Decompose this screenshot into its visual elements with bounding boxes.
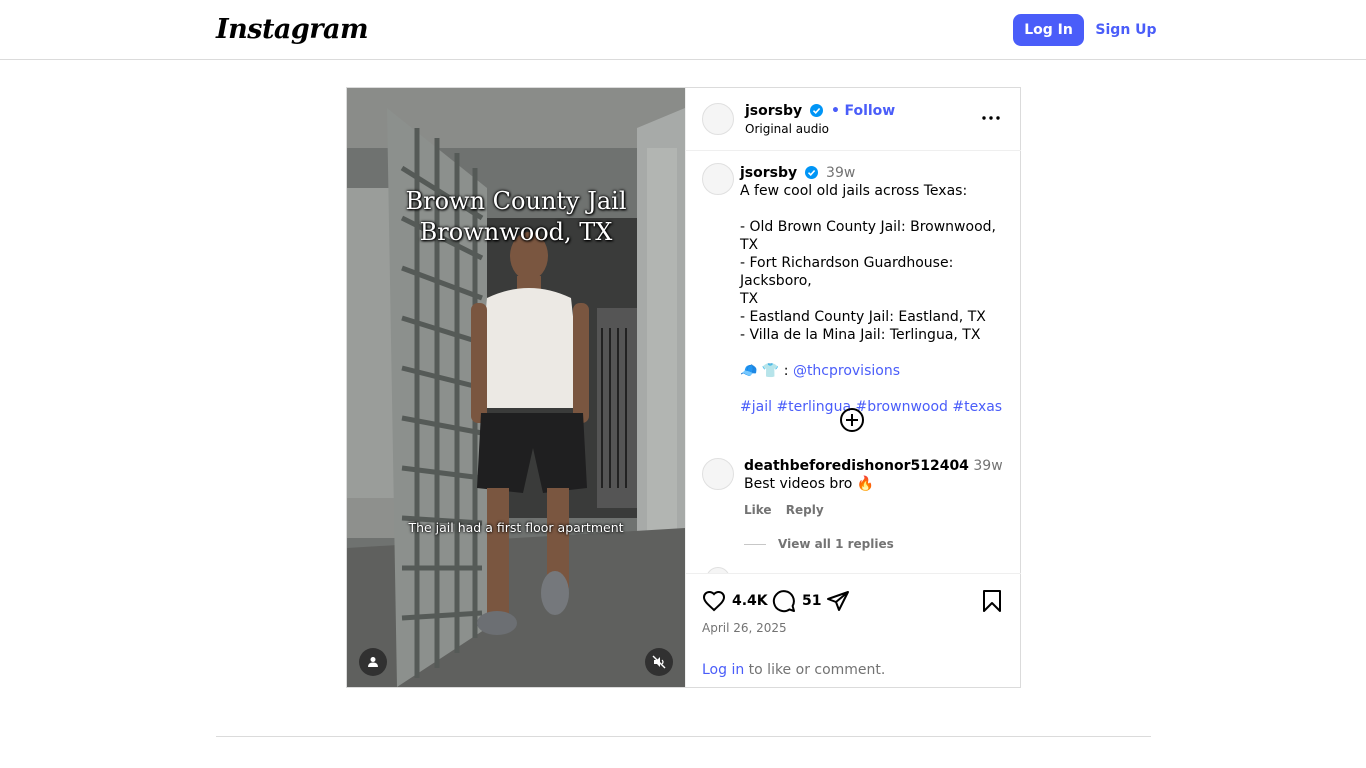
comment-item: deathbeforedishonor512404 39w Best video…	[744, 458, 1012, 517]
load-more-comments-icon[interactable]	[839, 407, 865, 433]
header-separator: •	[831, 103, 840, 119]
post-card: Brown County Jail Brownwood, TX The jail…	[346, 87, 1021, 688]
hashtag-line: #jail #terlingua #brownwood #texas	[740, 398, 1008, 416]
signup-link[interactable]: Sign Up	[1092, 14, 1160, 46]
caption-line: - Eastland County Jail: Eastland, TX	[740, 309, 986, 325]
caption-line: TX	[740, 291, 759, 307]
caption-line: - Fort Richardson Guardhouse: Jacksboro,	[740, 255, 958, 289]
mute-toggle-button[interactable]	[645, 648, 673, 676]
comment-username[interactable]: deathbeforedishonor512404	[744, 458, 969, 474]
follow-button[interactable]: Follow	[844, 103, 895, 119]
caption-username[interactable]: jsorsby	[740, 165, 797, 181]
hashtag-link[interactable]: #brownwood	[855, 399, 947, 415]
post-caption: jsorsby 39w A few cool old jails across …	[740, 164, 1008, 416]
heart-icon	[702, 590, 726, 612]
view-replies-label: View all 1 replies	[778, 537, 894, 551]
caption-line: A few cool old jails across Texas:	[740, 183, 968, 199]
video-title-line-1: Brown County Jail	[405, 187, 627, 215]
more-options-icon	[982, 116, 1000, 120]
muted-speaker-icon	[652, 655, 666, 669]
header-username[interactable]: jsorsby	[745, 103, 802, 119]
save-button[interactable]	[981, 589, 1003, 613]
top-navigation-bar: Instagram Log In Sign Up	[0, 0, 1366, 60]
like-button[interactable]: 4.4K	[702, 589, 768, 613]
comments-section: jsorsby 39w A few cool old jails across …	[686, 151, 1021, 573]
caption-age: 39w	[826, 165, 856, 181]
comment-button[interactable]: 51	[772, 589, 821, 613]
post-header: jsorsby • Follow Original audio	[686, 88, 1021, 151]
post-actions: 4.4K 51 April 26, 2025 Log in to like or…	[686, 573, 1021, 687]
comment-icon	[772, 590, 795, 613]
video-frame	[347, 88, 685, 687]
instagram-logo[interactable]: Instagram	[216, 14, 369, 45]
avatar[interactable]	[702, 458, 734, 490]
avatar[interactable]	[702, 103, 734, 135]
post-video[interactable]: Brown County Jail Brownwood, TX The jail…	[347, 88, 685, 687]
footer-divider	[216, 736, 1151, 737]
caption-line	[740, 380, 1008, 398]
hashtag-link[interactable]: #jail	[740, 399, 772, 415]
caption-line: - Villa de la Mina Jail: Terlingua, TX	[740, 327, 981, 343]
comment-like-button[interactable]: Like	[744, 503, 772, 517]
login-link[interactable]: Log in	[702, 662, 744, 678]
comment-actions: Like Reply	[744, 503, 1012, 517]
comment-text: Best videos bro 🔥	[744, 476, 875, 492]
more-options-button[interactable]	[979, 106, 1003, 130]
person-icon	[368, 657, 378, 667]
post-date[interactable]: April 26, 2025	[702, 621, 787, 635]
share-button[interactable]	[826, 589, 850, 613]
verified-badge-icon	[804, 166, 818, 179]
caption-mention-line: 🧢 👕 : @thcprovisions	[740, 362, 1008, 380]
emoji-prefix: 🧢 👕 :	[740, 363, 793, 379]
send-icon	[827, 591, 849, 611]
tagged-user-button[interactable]	[359, 648, 387, 676]
header-user-row: jsorsby • Follow	[745, 103, 895, 119]
likes-count: 4.4K	[732, 593, 768, 609]
caption-line	[740, 344, 1008, 362]
caption-line	[740, 200, 1008, 218]
login-prompt: Log in to like or comment.	[702, 662, 885, 678]
comment-reply-button[interactable]: Reply	[786, 503, 824, 517]
post-side-panel: jsorsby • Follow Original audio jsorsby …	[685, 88, 1021, 687]
bookmark-icon	[983, 590, 1001, 612]
video-title-line-2: Brownwood, TX	[419, 218, 613, 246]
original-audio-link[interactable]: Original audio	[745, 122, 829, 136]
caption-line: - Old Brown County Jail: Brownwood, TX	[740, 219, 1001, 253]
login-button[interactable]: Log In	[1013, 14, 1084, 46]
verified-badge-icon	[809, 104, 823, 117]
comment-age: 39w	[973, 458, 1003, 474]
view-replies-button[interactable]: View all 1 replies	[744, 537, 894, 551]
avatar[interactable]	[702, 163, 734, 195]
mention-link[interactable]: @thcprovisions	[793, 363, 900, 379]
comments-count: 51	[802, 593, 822, 609]
hashtag-link[interactable]: #texas	[952, 399, 1002, 415]
login-prompt-text: to like or comment.	[744, 662, 886, 678]
reply-divider	[744, 543, 766, 545]
video-caption: The jail had a first floor apartment	[408, 520, 624, 535]
